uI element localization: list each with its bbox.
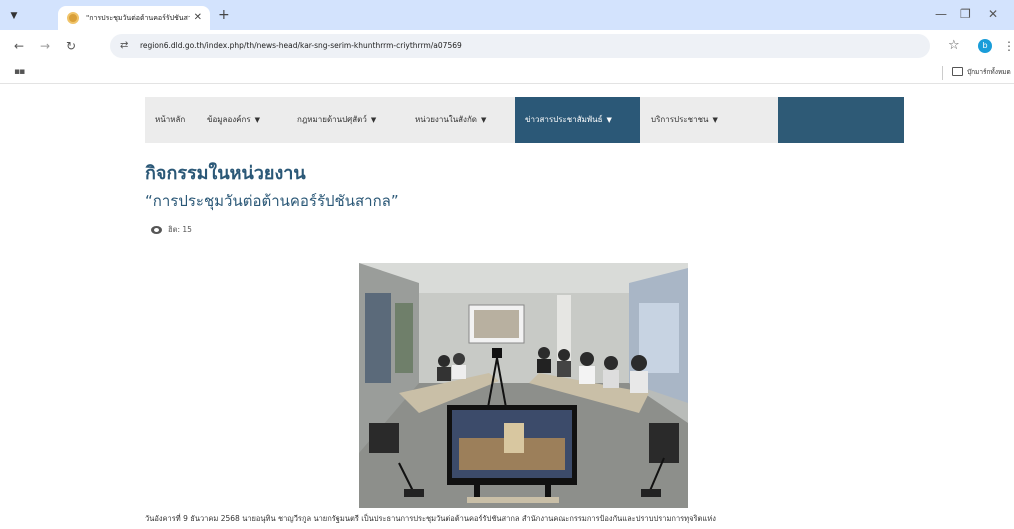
chevron-down-icon: ▼ (606, 116, 612, 124)
section-title: กิจกรรมในหน่วยงาน (145, 163, 306, 184)
nav-item-units[interactable]: หน่วยงานในสังกัด ▼ (415, 97, 486, 143)
article-headline: “การประชุมวันต่อต้านคอร์รัปชันสากล” (145, 192, 399, 210)
nav-item-organization[interactable]: ข้อมูลองค์กร ▼ (207, 97, 260, 143)
article-caption: วันอังคารที่ 9 ธันวาคม 2568 นายอนุทิน ชา… (145, 514, 716, 523)
nav-item-public-services[interactable]: บริการประชาชน ▼ (651, 97, 718, 143)
site-settings-icon[interactable]: ⇄ (120, 39, 128, 53)
tab-search-icon[interactable]: ▼ (6, 8, 22, 24)
tab-bar: ▼ "การประชุมวันต่อต้านคอร์รัปชันสากล" ✕ … (0, 0, 1014, 30)
meeting-photo (359, 263, 688, 508)
nav-item-news-active[interactable]: ข่าวสารประชาสัมพันธ์ ▼ (515, 97, 640, 143)
nav-item-livestock-law[interactable]: กฎหมายด้านปศุสัตว์ ▼ (297, 97, 376, 143)
bookmarks-bar: ▪▪ บุ๊กมาร์กทั้งหมด (0, 62, 1014, 84)
tab-title: "การประชุมวันต่อต้านคอร์รัปชันสากล" (86, 14, 190, 22)
bookmarks-divider (942, 66, 943, 80)
menu-kebab-icon[interactable]: ⋮ (1003, 38, 1014, 54)
close-tab-icon[interactable]: ✕ (194, 11, 202, 25)
chevron-down-icon: ▼ (481, 116, 487, 124)
chevron-down-icon: ▼ (254, 116, 261, 124)
browser-tab[interactable]: "การประชุมวันต่อต้านคอร์รัปชันสากล" ✕ (58, 6, 210, 30)
forward-arrow-icon[interactable]: → (40, 38, 50, 54)
hit-count: ฮิต: 15 (168, 225, 192, 234)
nav-item-news[interactable]: ข่าวสารประชาสัมพันธ์ ▼ (525, 97, 612, 143)
nav-item-home[interactable]: หน้าหลัก (155, 97, 185, 143)
bookmark-star-icon[interactable]: ☆ (948, 38, 960, 54)
browser-toolbar: ← → ↻ ⇄ region6.dld.go.th/index.php/th/n… (0, 30, 1014, 62)
site-main-nav: หน้าหลัก ข้อมูลองค์กร ▼ กฎหมายด้านปศุสัตว… (145, 97, 904, 143)
folder-icon[interactable] (952, 67, 963, 76)
minimize-icon[interactable]: — (935, 6, 947, 22)
maximize-icon[interactable]: ❐ (960, 6, 971, 22)
nav-blank-block (778, 97, 904, 143)
profile-avatar[interactable]: b (978, 39, 992, 53)
chevron-down-icon: ▼ (712, 116, 718, 124)
eye-icon (151, 226, 162, 234)
all-bookmarks-label[interactable]: บุ๊กมาร์กทั้งหมด (967, 67, 1013, 78)
chevron-down-icon: ▼ (370, 116, 377, 124)
address-bar[interactable]: ⇄ region6.dld.go.th/index.php/th/news-he… (110, 34, 930, 58)
new-tab-icon[interactable]: + (218, 7, 230, 23)
reload-icon[interactable]: ↻ (66, 38, 76, 54)
back-arrow-icon[interactable]: ← (14, 38, 24, 54)
url-text[interactable]: region6.dld.go.th/index.php/th/news-head… (140, 40, 462, 52)
favicon-icon (67, 12, 79, 24)
window-close-icon[interactable]: ✕ (988, 6, 998, 22)
apps-grid-icon[interactable]: ▪▪ (14, 66, 25, 78)
